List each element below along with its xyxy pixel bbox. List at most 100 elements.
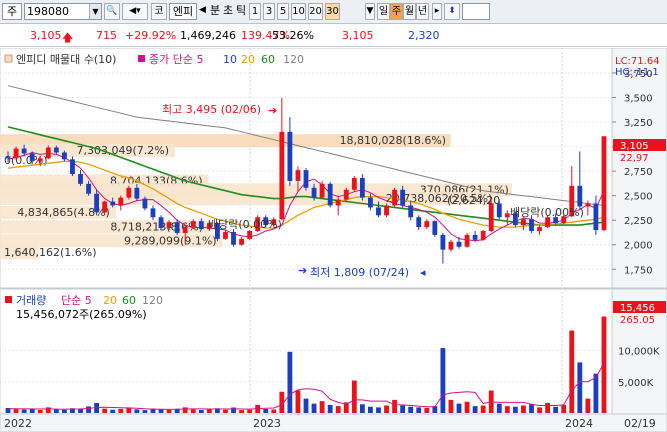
volume-profile-label: 9,289,099(9.1%) (124, 234, 217, 247)
candle-body (239, 238, 244, 245)
arrow-left-icon: ◂ (420, 266, 426, 279)
hc-label: HC:-11.1 (615, 67, 659, 78)
candle-body (134, 187, 140, 199)
candle-body (343, 189, 349, 200)
candle-body (158, 217, 164, 229)
volume-bar (206, 409, 212, 413)
interval-button-5[interactable]: 5 (277, 3, 289, 20)
candle-body (311, 187, 317, 198)
candle-body (86, 183, 91, 194)
speaker-icon[interactable]: ◀▾ (122, 3, 148, 20)
stock-code-input[interactable]: 198080 ▼ (24, 3, 102, 20)
period-year-button[interactable]: 년 (416, 3, 429, 20)
volume-profile-label: 1,640,162(1.6%) (4, 246, 97, 259)
candle-body (456, 241, 462, 247)
options-icon[interactable]: ▸ (432, 3, 442, 20)
candle-body (287, 131, 293, 181)
volume-bar (521, 405, 526, 413)
stock-chart[interactable]: 18,810,028(18.6%) 7,303,049(7.2%) 0(0.0%) 8… (0, 47, 667, 432)
volume-bar (480, 405, 486, 413)
chevron-down-icon[interactable]: ▼ (89, 4, 101, 19)
candle-body (29, 153, 35, 162)
label-tick-sec[interactable]: 초 (223, 3, 235, 20)
volume-bar (464, 401, 470, 413)
volume-bar (118, 408, 124, 413)
volume-bar (561, 404, 567, 413)
volume-bar (37, 410, 43, 413)
legend-vol-ma-120: 120 (142, 294, 163, 307)
candle-body (70, 159, 75, 175)
legend-ma-120: 120 (283, 53, 304, 66)
volume-bar (239, 410, 244, 413)
chevron-down-icon[interactable]: ▼ (365, 3, 375, 20)
volume-tick-label: 10,000K (618, 347, 660, 358)
volume-bar (263, 409, 269, 413)
volume-bar (472, 406, 478, 413)
volume-bar (392, 399, 398, 413)
volume-readout: 15,456,072주(265.09%) (16, 308, 147, 321)
volume-bar (198, 410, 204, 413)
trade-volume: 1,469,246 (180, 29, 236, 42)
candle-body (488, 203, 494, 231)
legend-volume-profile: 엔피디 매물대 수(10) (16, 53, 116, 66)
volume-bar (569, 330, 575, 413)
candle-body (223, 231, 228, 239)
volume-bar (102, 408, 108, 413)
period-month-button[interactable]: 월 (403, 3, 416, 20)
dividend-annotation: 배당락(0.00%) (510, 206, 584, 219)
updown-arrows-icon[interactable]: ⬍ (444, 3, 460, 20)
volume-bar (86, 406, 91, 413)
right-tag-2: 22,97 (620, 153, 649, 164)
period-week-button[interactable]: 주 (390, 3, 403, 20)
prev-arrow-icon[interactable]: ◀ (199, 3, 209, 20)
candle-body (231, 231, 236, 245)
stock-code-value: 198080 (27, 5, 69, 18)
volume-bar (529, 404, 534, 413)
volume-bar (319, 401, 325, 413)
candle-body (78, 174, 83, 184)
market-label: 주 (6, 5, 18, 18)
volume-bar (53, 409, 59, 413)
period-day-button[interactable]: 일 (377, 3, 390, 20)
volume-bar (327, 404, 333, 413)
candle-body (416, 217, 422, 228)
candle-body (110, 201, 116, 206)
volume-bar (13, 409, 19, 413)
interval-button-10[interactable]: 10 (291, 3, 306, 20)
label-tik[interactable]: 틱 (236, 3, 248, 20)
market-select[interactable]: 주 (2, 3, 22, 20)
candle-body (577, 185, 583, 207)
interval-button-20[interactable]: 20 (308, 3, 323, 20)
legend-volume-ma: 단순 5 (61, 294, 92, 307)
interval-button-1[interactable]: 1 (249, 3, 261, 20)
interval-button-3[interactable]: 3 (263, 3, 275, 20)
search-icon[interactable]: 🔍 (104, 3, 120, 20)
volume-bar (311, 403, 317, 413)
volume-bar (400, 405, 406, 413)
interval-button-30[interactable]: 30 (325, 3, 340, 20)
volume-bar (295, 390, 301, 413)
volume-bar (537, 407, 542, 413)
legend-ma-label: 종가 단순 5 (149, 53, 203, 66)
legend-ma-swatch (138, 55, 145, 62)
candle-body (126, 187, 132, 198)
candle-body (150, 208, 156, 218)
volume-bar (359, 404, 365, 413)
x-label-2024: 2024 (565, 417, 593, 430)
volume-bar (303, 398, 309, 413)
candle-body (521, 219, 526, 226)
label-split[interactable]: 분 (210, 3, 222, 20)
volume-bar (440, 348, 446, 413)
candle-body (424, 221, 430, 228)
candle-body (45, 147, 51, 159)
volume-bar (553, 406, 559, 413)
co-button[interactable]: 코 (151, 3, 167, 20)
turnover-percent: 53.26% (272, 29, 314, 42)
volume-bar (416, 407, 422, 413)
x-label-2023: 2023 (253, 417, 281, 430)
legend-volume-swatch (5, 296, 12, 303)
extra-input[interactable] (462, 3, 490, 20)
volume-tag-text: 15,456 (620, 303, 655, 314)
candle-body (319, 183, 325, 198)
annot-low-text: 최저 1,809 (07/24) (310, 266, 409, 279)
